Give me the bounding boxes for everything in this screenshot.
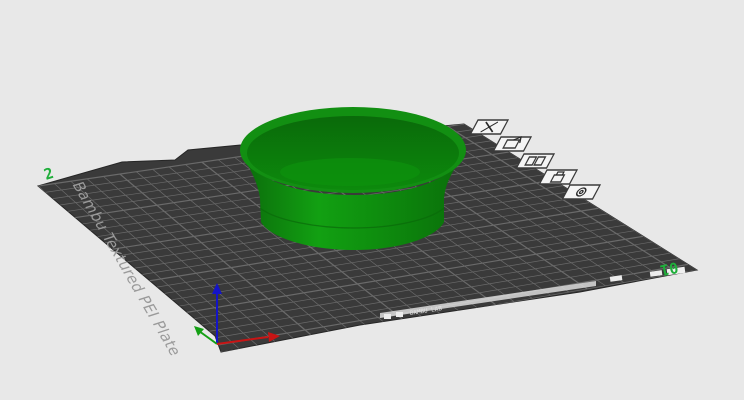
strip-icon [384,314,391,319]
lock-plate-button[interactable] [538,169,579,185]
model-bowl[interactable] [240,107,466,250]
plate-settings-button[interactable] [561,184,602,200]
bowl-floor [280,158,420,186]
arrange-plate-button[interactable] [515,153,556,169]
delete-plate-button[interactable] [469,119,510,135]
plate-number-left: 2 [42,164,56,184]
3d-viewport[interactable]: BAMBU LAB Bambu Textured PEI Plate 2 01 [0,0,744,400]
strip-icon [396,312,403,317]
scene-svg: BAMBU LAB Bambu Textured PEI Plate 2 01 [36,107,699,358]
plate-number-right: 01 [659,258,680,279]
orient-plate-button[interactable] [492,136,533,152]
